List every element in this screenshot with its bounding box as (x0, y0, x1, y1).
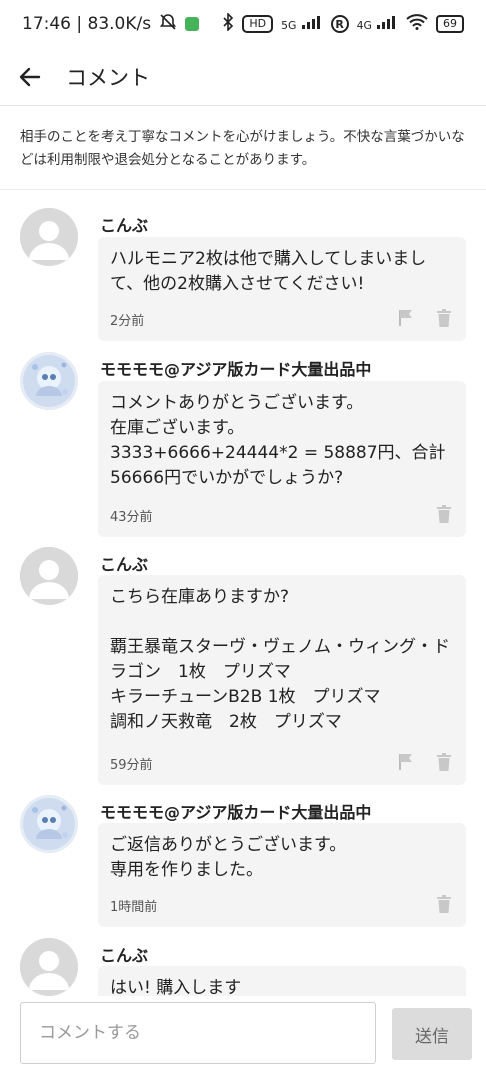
comment-body: コメントありがとうございます。 在庫ございます。 3333+6666+24444… (110, 393, 446, 488)
signal-5g-icon: 5G (281, 15, 322, 33)
send-button[interactable]: 送信 (392, 1008, 472, 1060)
comment-bubble: こちら在庫ありますか? 覇王暴竜スターヴ・ヴェノム・ウィング・ドラゴン 1枚 プ… (98, 575, 466, 785)
status-time: 17:46 | 83.0K/s (22, 14, 152, 34)
comment-composer: 送信 (0, 996, 486, 1080)
comment-input[interactable] (20, 1002, 376, 1064)
back-button[interactable] (0, 48, 60, 106)
comment-time: 59分前 (110, 758, 153, 773)
comment-time: 1時間前 (110, 900, 158, 915)
page-title: コメント (66, 65, 150, 90)
app-notification-icon (185, 17, 200, 31)
comment-body: こちら在庫ありますか? 覇王暴竜スターヴ・ヴェノム・ウィング・ドラゴン 1枚 プ… (110, 587, 450, 732)
comment-author: こんぶ (100, 946, 149, 965)
comment-bubble: コメントありがとうございます。 在庫ございます。 3333+6666+24444… (98, 381, 466, 537)
comment-bubble: ご返信ありがとうございます。 専用を作りました。 1時間前 (98, 823, 466, 927)
comment-author: モモモモ@アジア版カード大量出品中 (100, 803, 372, 822)
avatar[interactable] (20, 938, 78, 996)
trash-icon[interactable] (436, 309, 452, 331)
trash-icon[interactable] (436, 505, 452, 527)
app-header: コメント (0, 48, 486, 106)
comment-time: 2分前 (110, 314, 145, 329)
avatar[interactable] (20, 352, 78, 410)
comment-body: はい! 購入します (110, 978, 242, 996)
comment-list[interactable]: こんぶ ハルモニア2枚は他で購入してしまいまして、他の2枚購入させてください! … (0, 190, 486, 996)
comment-body: ご返信ありがとうございます。 専用を作りました。 (110, 835, 347, 880)
flag-icon[interactable] (398, 753, 414, 775)
signal-4g-icon: 4G (357, 15, 398, 33)
trash-icon[interactable] (436, 895, 452, 917)
comment-bubble: はい! 購入します (98, 966, 466, 996)
comment-time: 43分前 (110, 510, 153, 525)
battery-indicator: 69 (436, 15, 464, 33)
bluetooth-icon (222, 12, 234, 35)
trash-icon[interactable] (436, 753, 452, 775)
arrow-left-icon (19, 67, 41, 86)
comment-author: こんぶ (100, 555, 149, 574)
avatar[interactable] (20, 208, 78, 266)
comment-author: こんぶ (100, 216, 149, 235)
comment-author: モモモモ@アジア版カード大量出品中 (100, 360, 372, 379)
avatar[interactable] (20, 547, 78, 605)
avatar[interactable] (20, 795, 78, 853)
mute-icon (159, 13, 177, 36)
wifi-icon (406, 14, 428, 34)
roaming-icon: R (330, 15, 349, 33)
flag-icon[interactable] (398, 309, 414, 331)
comment-body: ハルモニア2枚は他で購入してしまいまして、他の2枚購入させてください! (110, 249, 427, 294)
status-bar: 17:46 | 83.0K/s HD 5G R 4G 69 (0, 0, 486, 48)
hd-badge: HD (242, 15, 274, 33)
comment-guideline-notice: 相手のことを考え丁寧なコメントを心がけましょう。不快な言葉づかいなどは利用制限や… (0, 106, 486, 190)
comment-bubble: ハルモニア2枚は他で購入してしまいまして、他の2枚購入させてください! 2分前 (98, 237, 466, 341)
